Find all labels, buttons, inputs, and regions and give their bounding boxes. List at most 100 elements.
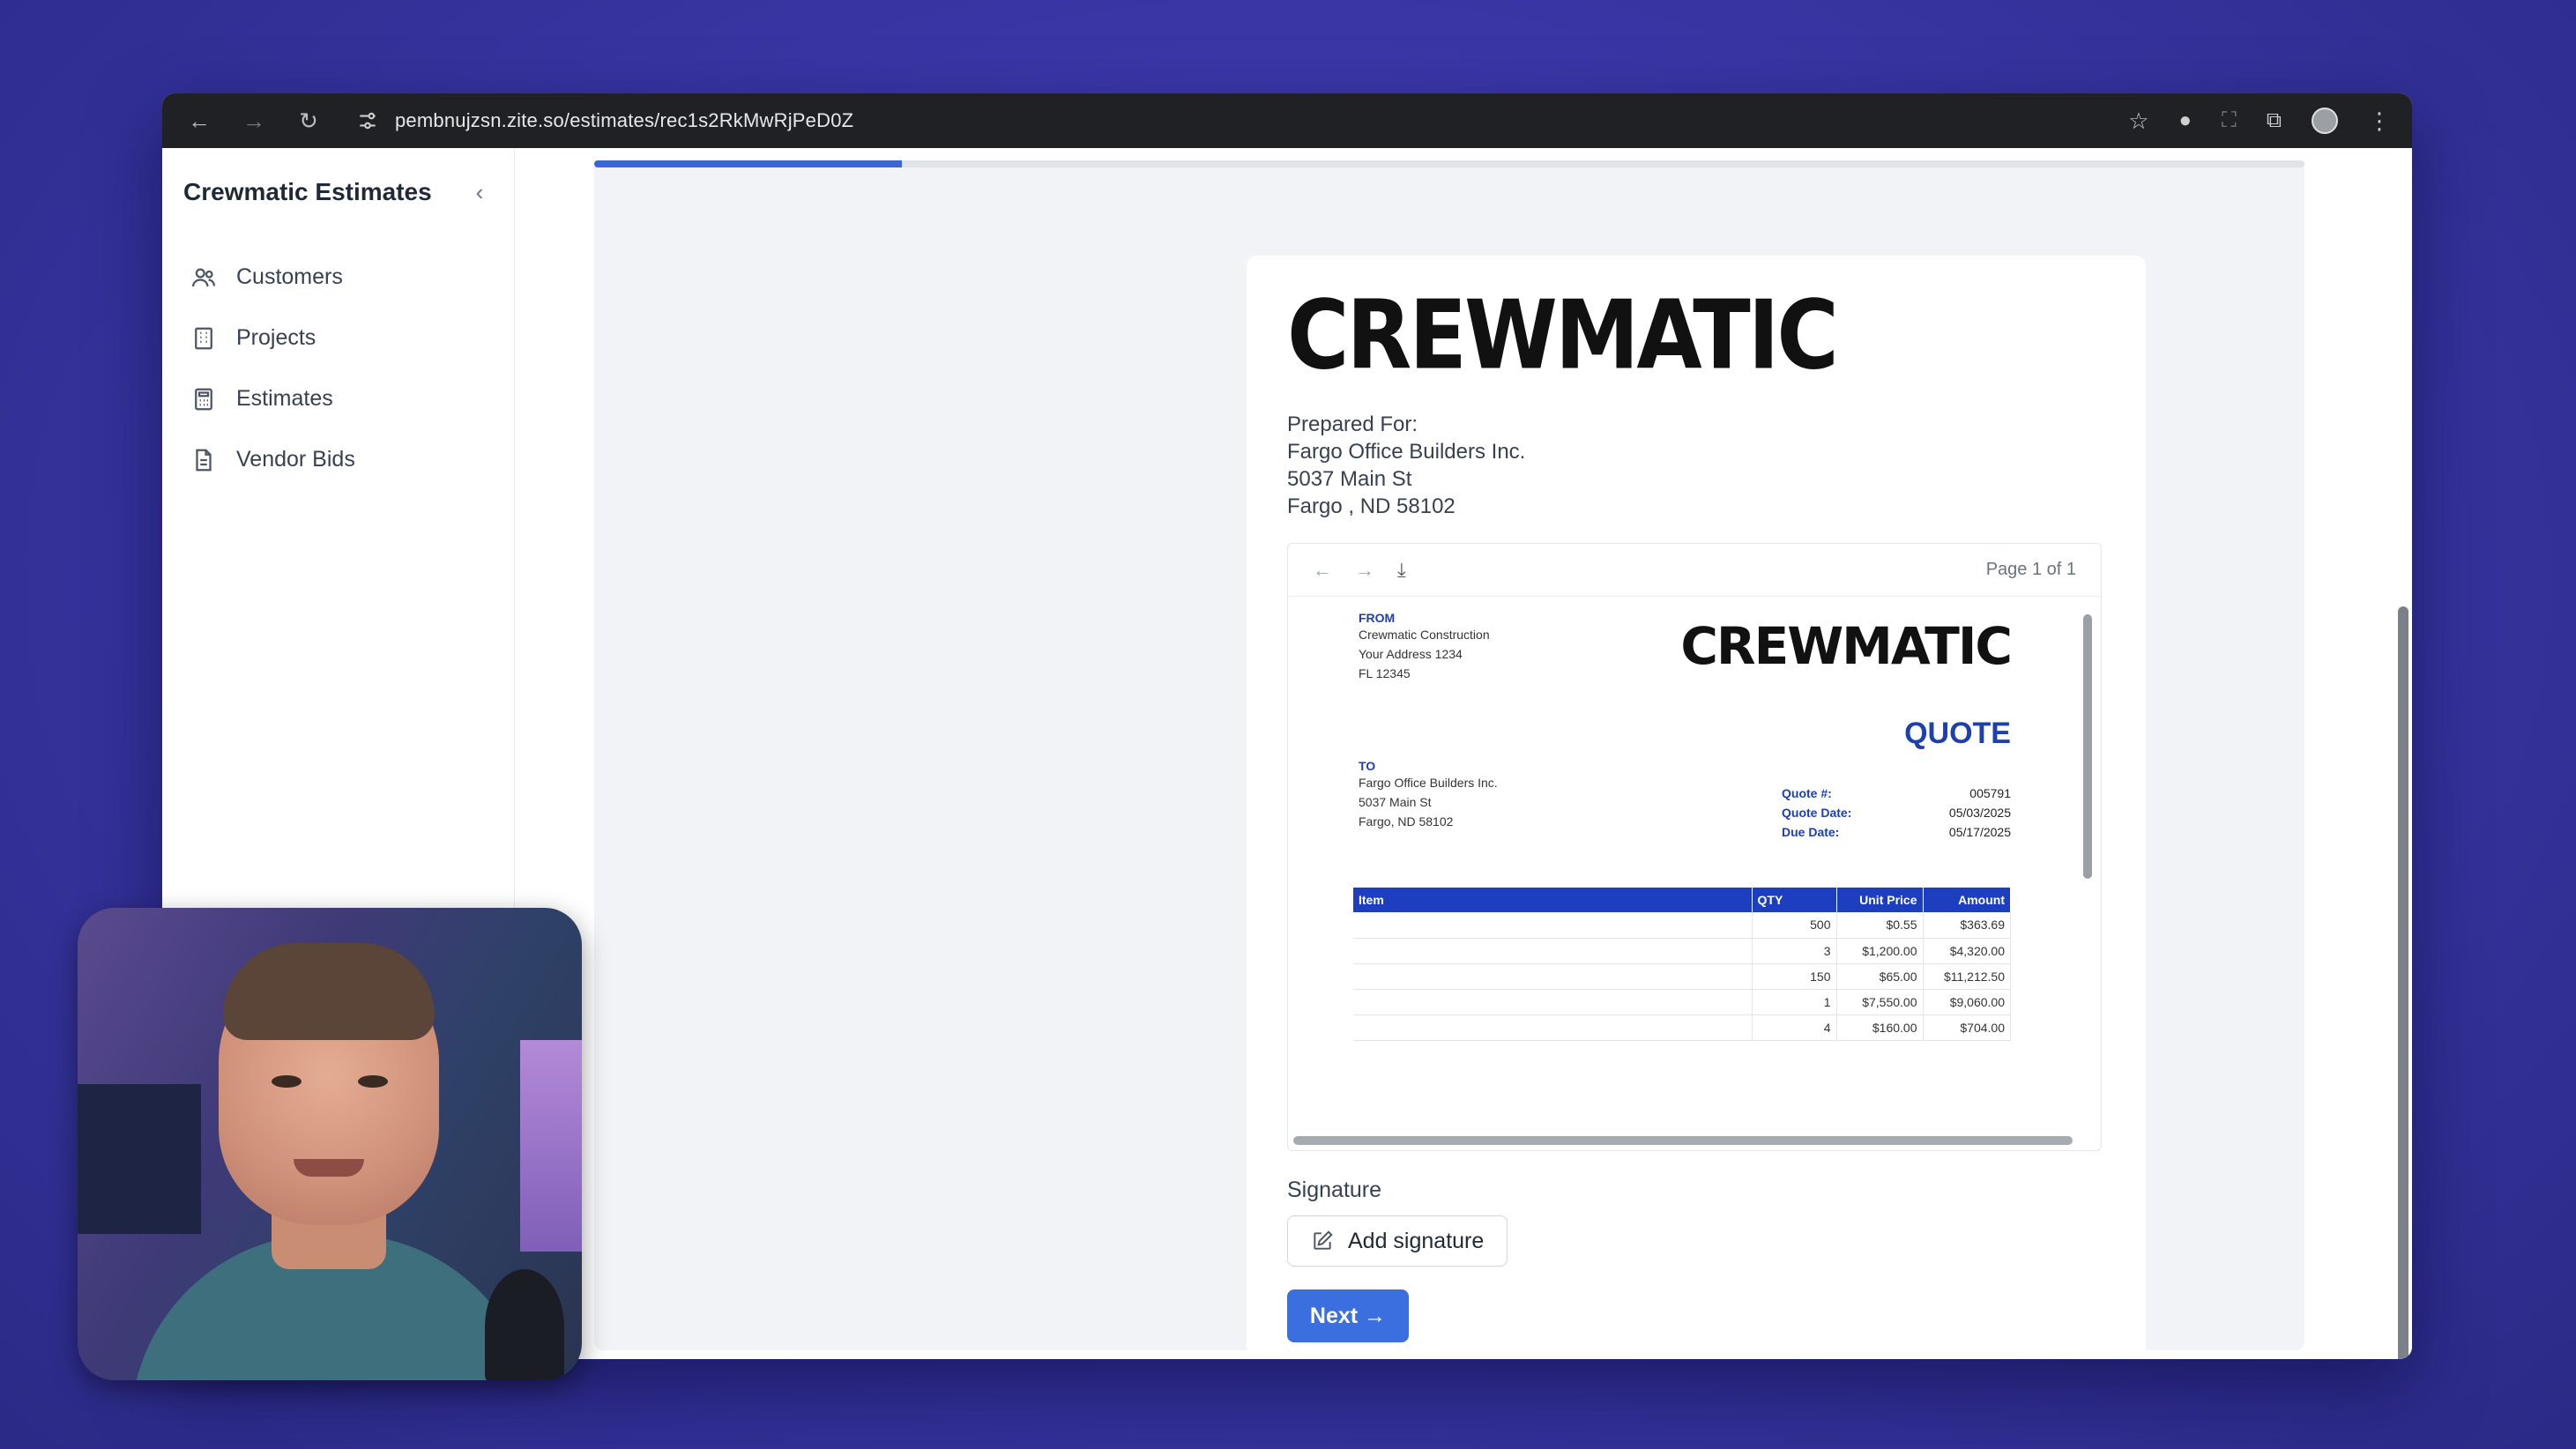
prepared-for: Prepared For: Fargo Office Builders Inc.… [1287, 411, 2105, 520]
cell-qty: 500 [1752, 912, 1837, 939]
viewer-vertical-scrollbar[interactable] [2083, 614, 2092, 879]
sidebar-item-customers[interactable]: Customers [183, 247, 493, 308]
progress-fill [594, 160, 903, 167]
quote-number-label: Quote #: [1782, 786, 1832, 800]
browser-toolbar: ← → ↻ pembnujzsn.zite.so/estimates/rec1s… [162, 93, 2412, 148]
collapse-sidebar-icon[interactable]: ‹ [466, 179, 493, 206]
pdf-viewer[interactable]: ← → ⤓ Page 1 of 1 FROM Crewmatic Constru… [1287, 543, 2102, 1151]
microphone [485, 1269, 564, 1380]
cell-amount: $704.00 [1923, 1014, 2011, 1041]
edit-icon [1314, 1230, 1333, 1250]
sidebar-item-estimates[interactable]: Estimates [183, 368, 493, 429]
cell-qty: 3 [1752, 938, 1837, 964]
cell-unit-price: $0.55 [1836, 912, 1924, 939]
building-icon [195, 327, 212, 349]
due-date-label: Due Date: [1782, 825, 1840, 839]
cell-amount: $363.69 [1923, 912, 2011, 939]
table-row: 150 $65.00 $11,212.50 [1353, 963, 2011, 990]
download-icon[interactable]: ⤓ [1397, 559, 1406, 582]
client-address: 5037 Main St [1287, 467, 1412, 491]
cell-qty: 150 [1752, 963, 1837, 990]
to-line: 5037 Main St [1359, 795, 1432, 809]
table-row: 4 $160.00 $704.00 [1353, 1014, 2011, 1041]
cell-item [1353, 1014, 1753, 1041]
client-name: Fargo Office Builders Inc. [1287, 440, 1526, 464]
next-button[interactable]: Next → [1287, 1289, 1409, 1342]
pdf-toolbar: ← → ⤓ Page 1 of 1 [1288, 544, 2101, 597]
quote-date-label: Quote Date: [1782, 806, 1852, 820]
cell-unit-price: $1,200.00 [1836, 938, 1924, 964]
page-scrollbar[interactable] [2398, 606, 2408, 1359]
prepared-for-label: Prepared For: [1287, 412, 1418, 436]
extension-icon[interactable]: ● [2179, 108, 2193, 133]
cell-qty: 1 [1752, 989, 1837, 1015]
cell-item [1353, 938, 1753, 964]
estimate-document: CREWMATIC Prepared For: Fargo Office Bui… [1247, 256, 2146, 1357]
line-items-table: Item QTY Unit Price Amount 500 $0.55 $36… [1353, 888, 2011, 1041]
bookmark-star-icon[interactable]: ☆ [2128, 108, 2148, 135]
column-header-amount: Amount [1923, 888, 2011, 912]
quote-number: 005791 [1969, 786, 2011, 800]
calculator-icon [195, 388, 212, 410]
cell-amount: $9,060.00 [1923, 989, 2011, 1015]
add-signature-label: Add signature [1348, 1228, 1485, 1253]
cell-amount: $11,212.50 [1923, 963, 2011, 990]
webcam-overlay [78, 908, 582, 1380]
column-header-item: Item [1353, 888, 1753, 912]
site-settings-icon[interactable] [356, 109, 379, 132]
presenter-eye-right [358, 1075, 388, 1088]
presenter-eye-left [272, 1075, 302, 1088]
cell-unit-price: $7,550.00 [1836, 989, 1924, 1015]
table-row: 1 $7,550.00 $9,060.00 [1353, 989, 2011, 1015]
client-city: Fargo , ND 58102 [1287, 494, 1456, 518]
progress-bar [594, 160, 2304, 167]
cell-item [1353, 989, 1753, 1015]
company-logo: CREWMATIC [1287, 280, 1839, 391]
screenshot-icon[interactable]: ⛶ [2222, 108, 2237, 133]
app-title: Crewmatic Estimates [183, 178, 432, 205]
next-page-icon[interactable]: → [1355, 559, 1374, 582]
to-line: Fargo, ND 58102 [1359, 814, 1454, 829]
sidebar-item-label: Projects [236, 325, 316, 350]
url-text[interactable]: pembnujzsn.zite.so/estimates/rec1s2RkMwR… [395, 109, 853, 132]
cell-item [1353, 912, 1753, 939]
add-signature-button[interactable]: Add signature [1287, 1215, 1508, 1267]
menu-kebab-icon[interactable]: ⋮ [2368, 108, 2391, 135]
extensions-puzzle-icon[interactable]: ⧉ [2267, 108, 2282, 133]
to-line: Fargo Office Builders Inc. [1359, 776, 1498, 790]
back-icon[interactable]: ← [183, 105, 215, 137]
estimate-panel: CREWMATIC Prepared For: Fargo Office Bui… [594, 160, 2304, 1357]
background-light [520, 1040, 582, 1252]
quote-page: FROM Crewmatic Construction Your Address… [1353, 611, 2013, 1041]
sidebar-item-projects[interactable]: Projects [183, 308, 493, 368]
forward-icon[interactable]: → [238, 105, 270, 137]
sidebar-item-label: Estimates [236, 386, 333, 411]
presenter-mouth [294, 1159, 364, 1177]
sidebar-item-vendor-bids[interactable]: Vendor Bids [183, 429, 493, 490]
address-bar[interactable]: pembnujzsn.zite.so/estimates/rec1s2RkMwR… [347, 101, 2105, 140]
profile-avatar[interactable] [2312, 108, 2338, 134]
cell-item [1353, 963, 1753, 990]
due-date: 05/17/2025 [1948, 825, 2011, 839]
page-indicator: Page 1 of 1 [1985, 560, 2076, 579]
table-row: 3 $1,200.00 $4,320.00 [1353, 938, 2011, 964]
reload-icon[interactable]: ↻ [293, 105, 324, 137]
quote-title: QUOTE [1904, 717, 2011, 750]
users-icon [192, 268, 215, 286]
prev-page-icon[interactable]: ← [1313, 559, 1332, 582]
sidebar-item-label: Customers [236, 264, 343, 289]
cell-amount: $4,320.00 [1923, 938, 2011, 964]
cell-qty: 4 [1752, 1014, 1837, 1041]
column-header-unit-price: Unit Price [1836, 888, 1924, 912]
presenter-hair [223, 943, 435, 1040]
quote-logo: CREWMATIC [1680, 616, 2013, 676]
sidebar-item-label: Vendor Bids [236, 447, 355, 472]
cell-unit-price: $65.00 [1836, 963, 1924, 990]
to-block: TO Fargo Office Builders Inc. 5037 Main … [1359, 759, 1498, 831]
quote-meta: Quote #: 005791 Quote Date: 05/03/2025 Due… [1782, 784, 2011, 842]
cell-unit-price: $160.00 [1836, 1014, 1924, 1041]
viewer-horizontal-scrollbar[interactable] [1293, 1136, 2073, 1145]
table-header-row: Item QTY Unit Price Amount [1353, 888, 2011, 912]
document-icon [196, 449, 212, 471]
table-row: 500 $0.55 $363.69 [1353, 912, 2011, 939]
